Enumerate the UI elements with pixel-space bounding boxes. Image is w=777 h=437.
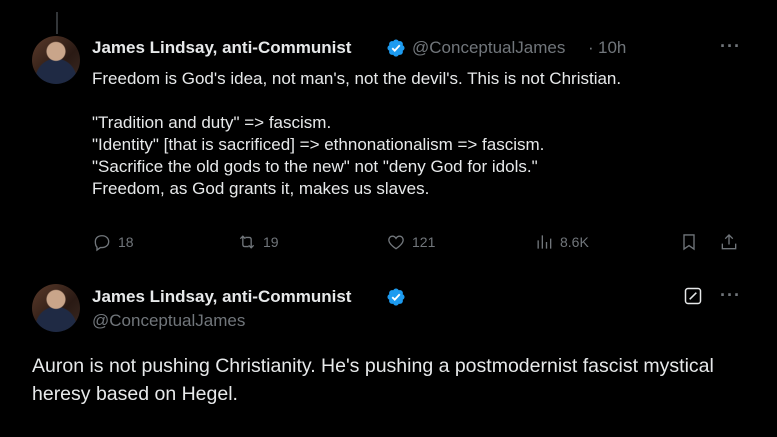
reply-count: 18 (118, 234, 134, 250)
like-icon (388, 235, 404, 250)
action-bar: 18 19 121 8.6K (92, 232, 752, 252)
author-handle[interactable]: @ConceptualJames (412, 38, 565, 58)
tweet-line: Freedom, as God grants it, makes us slav… (92, 179, 430, 198)
repost-icon (239, 235, 255, 249)
avatar[interactable] (32, 284, 80, 332)
more-icon[interactable]: ··· (720, 36, 741, 57)
bookmark-button[interactable] (679, 232, 699, 252)
like-button[interactable]: 121 (386, 232, 435, 252)
tweet-line: "Sacrifice the old gods to the new" not … (92, 157, 538, 176)
author-name[interactable]: James Lindsay, anti-Communist (92, 287, 351, 307)
author-handle[interactable]: @ConceptualJames (92, 311, 245, 331)
views-count: 8.6K (560, 234, 589, 250)
tweet-body: Freedom is God's idea, not man's, not th… (92, 68, 752, 200)
tweet-line: "Tradition and duty" => fascism. (92, 113, 332, 132)
verified-badge-icon[interactable] (386, 38, 406, 58)
edit-icon[interactable] (683, 286, 703, 306)
tweet-line: Freedom is God's idea, not man's, not th… (92, 69, 622, 88)
bookmark-icon (683, 234, 695, 251)
verified-badge-icon[interactable] (386, 287, 406, 307)
views-button[interactable]: 8.6K (534, 232, 589, 252)
share-button[interactable] (719, 232, 739, 252)
thread-connector-line (56, 12, 58, 34)
views-icon (537, 235, 552, 249)
timestamp[interactable]: 10h (598, 38, 626, 58)
tweet-text: Auron is not pushing Christianity. He's … (32, 355, 714, 405)
like-count: 121 (412, 234, 436, 250)
repost-count: 19 (263, 234, 279, 250)
share-icon (721, 233, 737, 250)
reply-icon (94, 235, 110, 252)
tweet-line: "Identity" [that is sacrificed] => ethno… (92, 135, 545, 154)
separator-dot: · (588, 38, 594, 57)
more-icon[interactable]: ··· (720, 285, 741, 306)
author-name[interactable]: James Lindsay, anti-Communist (92, 38, 351, 58)
avatar[interactable] (32, 36, 80, 84)
line-break (92, 90, 752, 112)
repost-button[interactable]: 19 (237, 232, 279, 252)
reply-button[interactable]: 18 (92, 232, 134, 252)
